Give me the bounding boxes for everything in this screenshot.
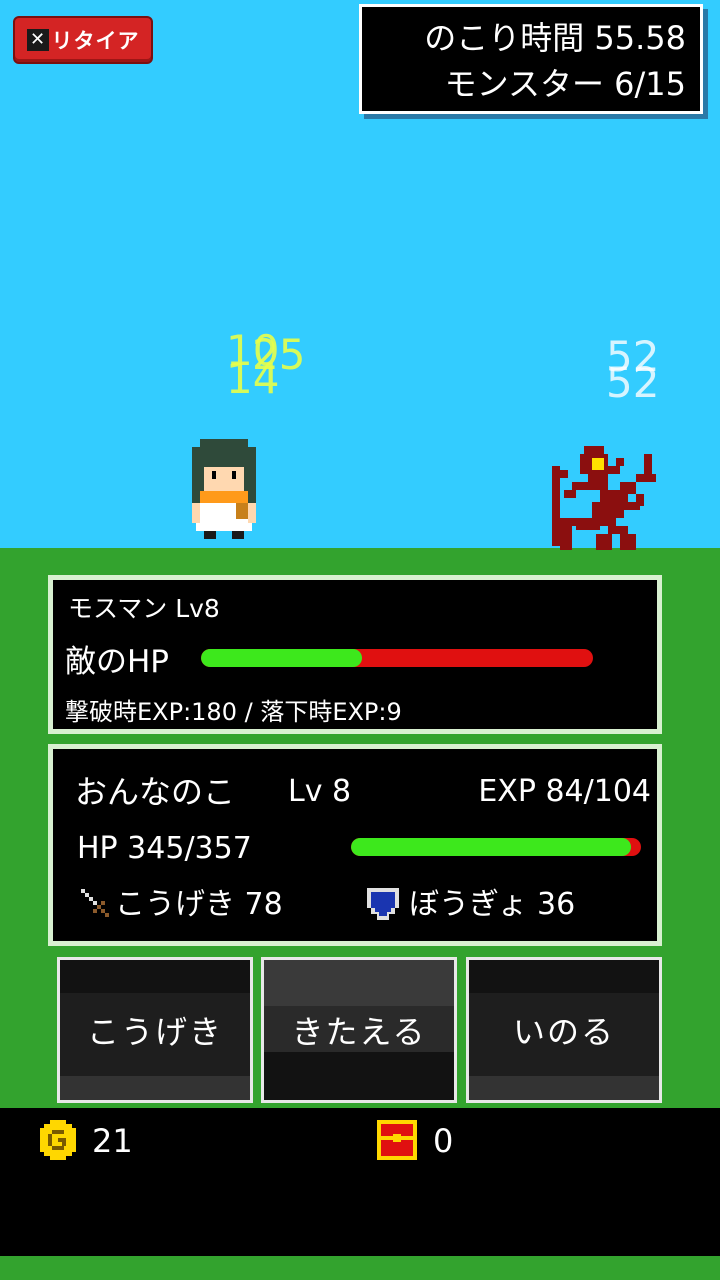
attack-command-label: こうげき [86, 1013, 223, 1051]
gold-coin-icon [40, 1120, 76, 1160]
retire-button[interactable]: ✕ リタイア [13, 16, 153, 64]
monster-count: モンスター 6/15 [444, 65, 686, 103]
close-icon: ✕ [26, 29, 49, 51]
player-exp: EXP 84/104 [478, 774, 651, 809]
hero-sprite [192, 439, 256, 539]
button-band [264, 1052, 454, 1100]
player-hp-fill [351, 838, 632, 856]
treasure-chest-icon [377, 1120, 417, 1160]
battle-info-box: のこり時間 55.58 モンスター 6/15 [359, 4, 703, 114]
player-hp-text: HP 345/357 [77, 831, 252, 866]
retire-label: リタイア [51, 29, 140, 53]
player-attack: こうげき 78 [115, 887, 283, 922]
enemy-hp-label: 敵のHP [65, 644, 170, 680]
gold-count: 21 [92, 1122, 133, 1160]
enemy-exp-info: 撃破時EXP:180 / 落下時EXP:9 [65, 698, 402, 726]
train-command-label: きたえる [291, 1013, 427, 1051]
enemy-name: モスマン Lv8 [68, 594, 220, 623]
pray-command-button[interactable]: いのる [466, 957, 662, 1103]
player-hp-bar [351, 838, 641, 856]
shield-icon [367, 888, 399, 920]
damage-number: 52 [606, 358, 660, 407]
pray-command-label: いのる [512, 1013, 615, 1051]
train-command-button[interactable]: きたえる [261, 957, 457, 1103]
time-remaining: のこり時間 55.58 [424, 19, 686, 57]
inventory-bar: 21 0 [0, 1108, 720, 1256]
enemy-status-panel: モスマン Lv8 敵のHP 撃破時EXP:180 / 落下時EXP:9 [48, 575, 662, 734]
player-name: おんなのこ [75, 773, 236, 811]
enemy-hp-bar [201, 649, 593, 667]
attack-command-button[interactable]: こうげき [57, 957, 253, 1103]
enemy-sprite [552, 446, 656, 550]
button-band [60, 960, 250, 993]
enemy-hp-fill [201, 649, 362, 667]
button-band [469, 1076, 659, 1100]
damage-number: 14 [226, 354, 280, 403]
player-status-panel: おんなのこ Lv 8 EXP 84/104 HP 345/357 こうげき 78… [48, 744, 662, 946]
chest-count: 0 [433, 1122, 454, 1160]
bottom-strip [0, 1256, 720, 1280]
player-defense: ぼうぎょ 36 [409, 887, 576, 922]
sword-icon [81, 889, 109, 917]
button-band [264, 960, 454, 1006]
player-level: Lv 8 [288, 774, 352, 809]
button-band [60, 1076, 250, 1100]
button-band [469, 960, 659, 993]
